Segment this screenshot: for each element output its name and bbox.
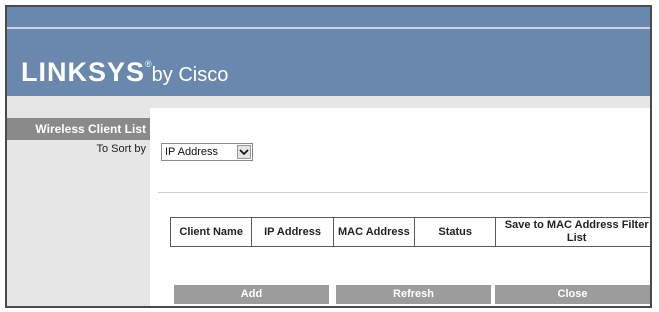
- sidebar: Wireless Client List To Sort by: [7, 96, 150, 306]
- refresh-button[interactable]: Refresh: [336, 285, 491, 304]
- section-title: Wireless Client List: [7, 118, 150, 140]
- top-band: [7, 7, 650, 27]
- sort-by-select[interactable]: IP Address: [161, 143, 253, 161]
- close-button[interactable]: Close: [495, 285, 650, 304]
- col-header-ip-address: IP Address: [251, 217, 334, 247]
- content-top-gap: [150, 96, 650, 108]
- col-header-mac-address: MAC Address: [332, 217, 416, 247]
- content-divider: [158, 192, 648, 193]
- main-content: IP Address Client Name IP Address MAC Ad…: [150, 96, 650, 306]
- col-header-save-filter: Save to MAC Address Filter List: [495, 217, 650, 247]
- col-header-status: Status: [414, 217, 497, 247]
- logo-brand: LINKSYS: [21, 57, 146, 87]
- sidebar-spacer: [7, 96, 150, 118]
- linksys-logo: LINKSYS®by Cisco: [21, 57, 228, 88]
- add-button[interactable]: Add: [174, 285, 329, 304]
- chevron-down-icon[interactable]: [237, 145, 251, 159]
- logo-registered-mark: ®: [145, 59, 152, 69]
- router-window: LINKSYS®by Cisco Wireless Client List To…: [5, 5, 652, 308]
- page-header: LINKSYS®by Cisco: [7, 29, 650, 96]
- logo-byline: by Cisco: [151, 64, 229, 86]
- client-table: Client Name IP Address MAC Address Statu…: [169, 217, 650, 247]
- table-header-row: Client Name IP Address MAC Address Statu…: [169, 217, 650, 247]
- col-header-client-name: Client Name: [169, 217, 253, 247]
- sort-by-value: IP Address: [165, 146, 218, 158]
- sort-label: To Sort by: [96, 143, 146, 155]
